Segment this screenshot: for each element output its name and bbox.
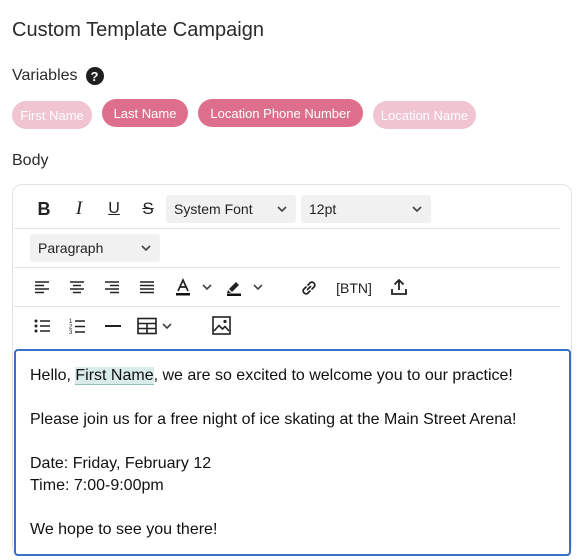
toolbar-row-alignment: [BTN] [14, 268, 560, 307]
align-justify-icon[interactable] [139, 279, 155, 295]
numbered-list-icon[interactable]: 123 [69, 317, 86, 335]
font-size-select[interactable]: 12pt [301, 195, 431, 223]
block-format-select[interactable]: Paragraph [30, 234, 160, 262]
chevron-down-icon [141, 245, 151, 252]
font-size-value: 12pt [309, 201, 337, 217]
svg-text:3: 3 [69, 330, 73, 335]
body-label: Body [12, 152, 49, 169]
toolbar-row-insert: 123 [14, 307, 560, 346]
horizontal-rule-icon[interactable] [105, 318, 121, 334]
image-icon[interactable] [212, 316, 231, 335]
toolbar-row-block: Paragraph [14, 229, 560, 268]
variable-chip-last-name[interactable]: Last Name [102, 99, 188, 127]
font-family-select[interactable]: System Font [166, 195, 296, 223]
chevron-down-icon[interactable] [161, 320, 173, 332]
toolbar-row-formatting: B I U S System Font 12pt [14, 190, 560, 229]
align-left-icon[interactable] [34, 279, 50, 295]
content-line-closing: We hope to see you there! [30, 521, 218, 538]
page-title: Custom Template Campaign [12, 19, 264, 41]
content-line-time: Time: 7:00-9:00pm [30, 477, 164, 494]
upload-icon[interactable] [389, 277, 409, 297]
chevron-down-icon [277, 206, 287, 213]
variable-chip-first-name[interactable]: First Name [12, 101, 92, 129]
highlight-color-icon[interactable] [224, 277, 244, 297]
table-icon[interactable] [137, 317, 157, 335]
strikethrough-button[interactable]: S [136, 194, 160, 224]
chevron-down-icon[interactable] [201, 281, 213, 293]
insert-button-button[interactable]: [BTN] [332, 273, 376, 303]
text-color-icon[interactable] [173, 277, 193, 297]
content-line-greeting: Hello, First Name, we are so excited to … [30, 365, 569, 387]
align-center-icon[interactable] [69, 279, 85, 295]
underline-button[interactable]: U [102, 194, 126, 224]
block-format-value: Paragraph [38, 240, 104, 256]
variable-chip-location-name[interactable]: Location Name [373, 101, 476, 129]
editor-content-area[interactable]: Hello, First Name, we are so excited to … [14, 349, 571, 556]
bold-button[interactable]: B [32, 194, 56, 224]
content-line-date: Date: Friday, February 12 [30, 455, 212, 472]
chevron-down-icon [412, 206, 422, 213]
variable-token-first-name[interactable]: First Name [75, 367, 154, 385]
greeting-text: Hello, [30, 367, 76, 384]
variable-chip-location-phone-number[interactable]: Location Phone Number [198, 99, 363, 127]
bullet-list-icon[interactable] [34, 318, 51, 334]
font-family-value: System Font [174, 201, 253, 217]
italic-button[interactable]: I [67, 194, 91, 224]
help-icon[interactable]: ? [85, 67, 104, 85]
greeting-text-rest: , we are so excited to welcome you to ou… [153, 367, 513, 384]
align-right-icon[interactable] [104, 279, 120, 295]
link-icon[interactable] [299, 278, 319, 298]
variables-header: Variables ? [12, 67, 104, 85]
variables-label: Variables [12, 67, 78, 84]
content-line-invitation: Please join us for a free night of ice s… [30, 411, 517, 428]
chevron-down-icon[interactable] [252, 281, 264, 293]
